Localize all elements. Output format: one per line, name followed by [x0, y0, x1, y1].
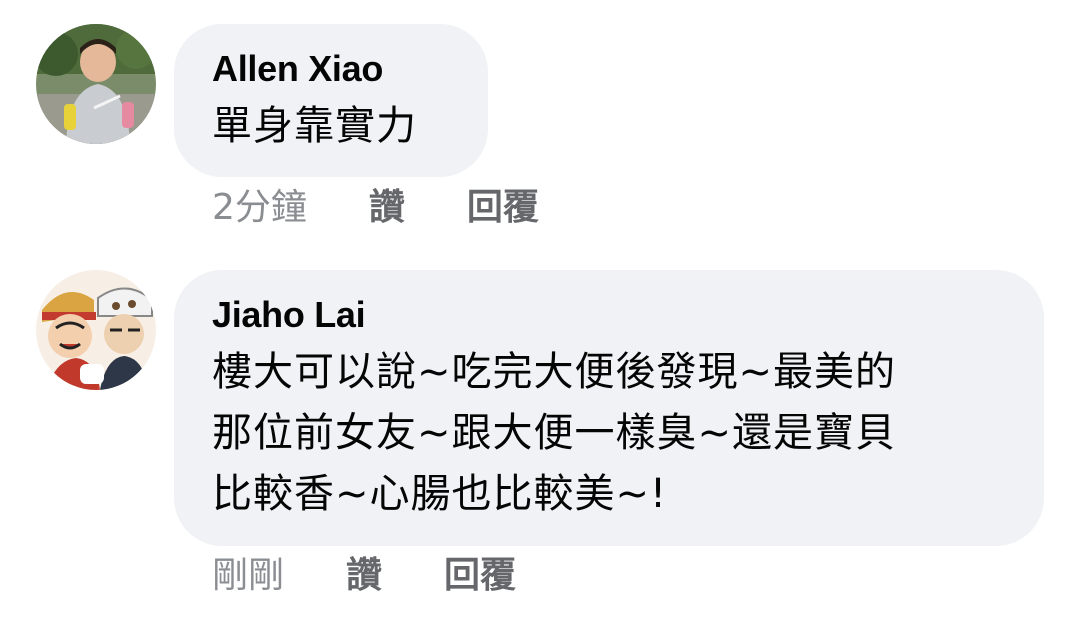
comment-author[interactable]: Jiaho Lai [212, 292, 1006, 338]
cartoon-characters-avatar-icon [36, 270, 156, 390]
like-button[interactable]: 讚 [369, 186, 405, 230]
avatar[interactable] [36, 270, 156, 390]
comment-actions: 2分鐘 讚 回覆 [212, 186, 539, 230]
user-photo-avatar-icon [36, 24, 156, 144]
avatar[interactable] [36, 24, 156, 144]
comment-author[interactable]: Allen Xiao [212, 46, 450, 92]
comment-bubble: Jiaho Lai 樓大可以說~吃完大便後發現~最美的 那位前女友~跟大便一樣臭… [174, 270, 1044, 546]
comment-text: 單身靠實力 [212, 103, 417, 149]
comment-actions: 剛剛 讚 回覆 [212, 554, 516, 598]
like-button[interactable]: 讚 [346, 554, 382, 598]
comment-timestamp[interactable]: 2分鐘 [212, 186, 307, 230]
comment-timestamp[interactable]: 剛剛 [212, 554, 284, 598]
reply-button[interactable]: 回覆 [444, 554, 516, 598]
comment-text: 樓大可以說~吃完大便後發現~最美的 那位前女友~跟大便一樣臭~還是寶貝 比較香~… [212, 349, 897, 517]
comment-bubble: Allen Xiao 單身靠實力 [174, 24, 488, 177]
reply-button[interactable]: 回覆 [467, 186, 539, 230]
